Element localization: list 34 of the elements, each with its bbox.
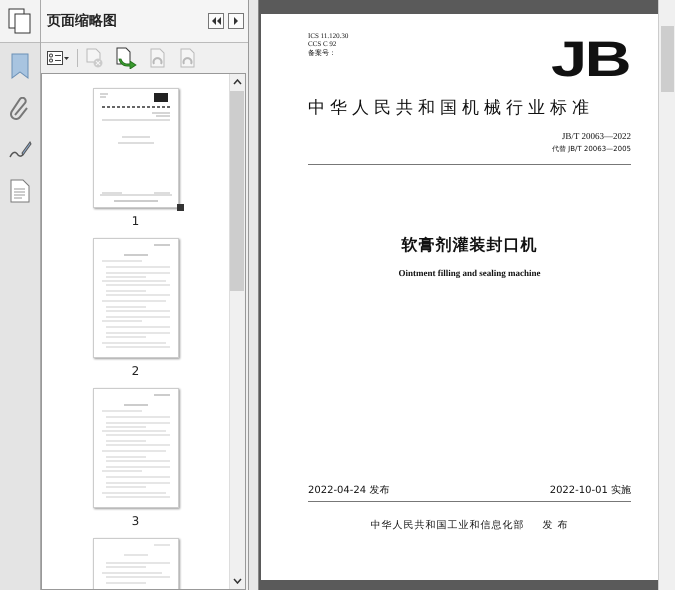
page-insert-icon [116,47,138,69]
page-number: 2 [132,364,140,378]
list-options-icon [47,51,69,65]
english-title: Ointment filling and sealing machine [398,268,540,278]
collapse-button[interactable] [208,13,224,29]
scrollbar-thumb[interactable] [660,26,674,92]
panel-title: 页面缩略图 [47,12,117,30]
right-arrow-icon [233,17,239,25]
standard-logo: JB [551,38,629,80]
document-icon[interactable] [10,179,30,203]
standard-number: JB/T 20063—2022 [562,131,631,141]
document-title: 软膏剂灌装封口机 [402,235,538,256]
double-left-arrow-icon [211,17,221,25]
options-button[interactable] [47,51,69,65]
issuer-name: 中华人民共和国工业和信息化部 [370,518,524,532]
scrollbar-thumb[interactable] [230,91,244,291]
pages-icon[interactable] [8,8,32,34]
issue-date: 2022-04-24 发布 [308,484,390,497]
page-delete-icon [86,48,104,68]
effective-date: 2022-10-01 实施 [550,484,631,497]
page-thumbnail[interactable] [92,88,178,208]
insert-page-button[interactable] [116,47,138,69]
standard-heading: 中华人民共和国机械行业标准 [308,97,595,119]
scroll-down-icon[interactable] [233,578,242,584]
expand-button[interactable] [228,13,244,29]
issuer-action: 发 布 [542,519,569,532]
page-number: 1 [132,214,140,228]
page-thumbnail[interactable] [92,388,178,508]
bookmark-icon[interactable] [10,53,30,79]
page-thumbnail[interactable] [92,238,178,358]
resize-handle[interactable] [176,204,184,211]
page-number: 3 [132,514,140,528]
scroll-up-icon[interactable] [233,79,242,85]
page-thumbnail[interactable] [92,538,178,589]
